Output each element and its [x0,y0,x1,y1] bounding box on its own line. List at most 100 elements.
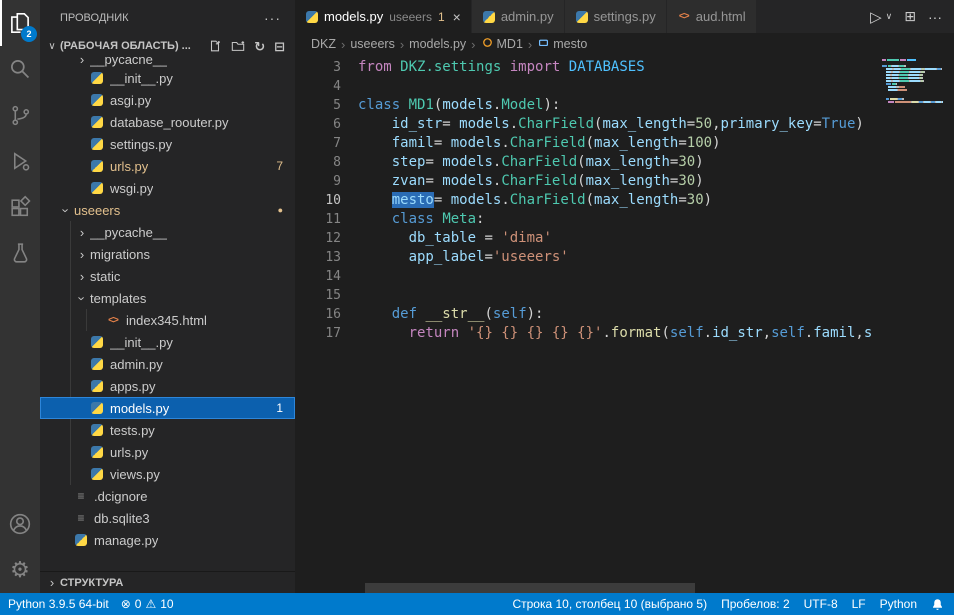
modified-dot-icon: ● [278,205,295,215]
collapse-all-icon[interactable]: ⊟ [274,40,285,53]
code-line-6: 6 id_str= models.CharField(max_length=50… [295,115,954,134]
explorer-activity-button[interactable]: 2 [0,0,40,46]
file-label: db.sqlite3 [94,511,150,526]
language-mode-status[interactable]: Python [880,597,917,611]
file-label: migrations [90,247,150,262]
chevron-right-icon: › [341,37,345,52]
breadcrumb-item-useeers[interactable]: useeers [350,37,394,51]
run-button[interactable]: ▷ [870,8,882,26]
breadcrumb-item-MD1[interactable]: MD1 [481,36,523,52]
python-interpreter-status[interactable]: Python 3.9.5 64-bit [8,597,109,611]
tree-item-tests.py[interactable]: tests.py [40,419,295,441]
tree-item-migrations[interactable]: ›migrations [40,243,295,265]
tree-item-__pycache__[interactable]: ›__pycache__ [40,221,295,243]
line-number: 14 [295,267,358,286]
python-file-icon [90,467,104,481]
run-debug-activity-button[interactable] [0,138,40,184]
horizontal-scrollbar[interactable] [365,583,695,593]
python-file-icon [90,357,104,371]
tree-item-urls.py[interactable]: urls.py7 [40,155,295,177]
tree-item-static[interactable]: ›static [40,265,295,287]
tree-item-settings.py[interactable]: settings.py [40,133,295,155]
tree-item-apps.py[interactable]: apps.py [40,375,295,397]
chevron-right-icon: › [471,37,475,52]
tree-item-database_roouter.py[interactable]: database_roouter.py [40,111,295,133]
tree-item-__init__.py[interactable]: __init__.py [40,67,295,89]
file-label: static [90,269,120,284]
tree-item-manage.py[interactable]: manage.py [40,529,295,551]
tree-item-__init__.py[interactable]: __init__.py [40,331,295,353]
chevron-right-icon: › [74,57,90,67]
new-folder-button[interactable] [231,39,245,53]
gear-icon: ⚙ [10,559,30,581]
tree-item-models.py[interactable]: models.py1 [40,397,295,419]
tree-item-useeers[interactable]: ›useeers● [40,199,295,221]
tree-item-urls.py[interactable]: urls.py [40,441,295,463]
python-file-icon [90,379,104,393]
tree-item-index345.html[interactable]: <>index345.html [40,309,295,331]
breadcrumb-item-mesto[interactable]: mesto [537,36,587,52]
breadcrumb-label: useeers [350,37,394,51]
tree-item-db.sqlite3[interactable]: ≡db.sqlite3 [40,507,295,529]
tree-item-wsgi.py[interactable]: wsgi.py [40,177,295,199]
account-button[interactable] [0,501,40,547]
tree-item-.dcignore[interactable]: ≡.dcignore [40,485,295,507]
minimap[interactable] [882,57,946,581]
source-control-activity-button[interactable] [0,92,40,138]
python-file-icon [90,423,104,437]
code-line-4: 4 [295,77,954,96]
breadcrumb: DKZ›useeers›models.py›MD1›mesto [295,33,954,55]
editor-actions: ▷ ∨ ⊞ ··· [858,0,954,33]
settings-button[interactable]: ⚙ [0,547,40,593]
tab-detail: useeers [389,10,432,24]
line-text: id_str= models.CharField(max_length=50,p… [358,115,864,134]
python-file-icon [305,10,319,24]
tab-label: admin.py [501,9,554,24]
code-editor[interactable]: 3from DKZ.settings import DATABASES45cla… [295,55,954,593]
eol-status[interactable]: LF [852,597,866,611]
tab-models.py[interactable]: models.pyuseeers1× [295,0,472,33]
more-actions-icon[interactable]: ··· [264,10,281,26]
split-editor-icon[interactable]: ⊞ [904,8,916,25]
code-line-7: 7 famil= models.CharField(max_length=100… [295,134,954,153]
cursor-position-status[interactable]: Строка 10, столбец 10 (выбрано 5) [512,597,707,611]
workspace-section-header[interactable]: ∨ (РАБОЧАЯ ОБЛАСТЬ) ... ↻ ⊟ [40,35,295,57]
tree-item-__pycache__[interactable]: ›__pycache__ [40,57,295,67]
outline-section-header[interactable]: › СТРУКТУРА [40,571,295,593]
breadcrumb-item-DKZ[interactable]: DKZ [311,37,336,51]
testing-activity-button[interactable] [0,230,40,276]
code-line-12: 12 db_table = 'dima' [295,229,954,248]
python-file-icon [90,401,104,415]
encoding-status[interactable]: UTF-8 [804,597,838,611]
beaker-icon [8,241,33,266]
run-dropdown-icon[interactable]: ∨ [886,11,893,22]
indentation-status[interactable]: Пробелов: 2 [721,597,790,611]
new-file-button[interactable] [208,39,222,53]
notifications-bell-icon[interactable] [931,598,944,611]
python-file-icon [575,10,589,24]
breadcrumb-item-models.py[interactable]: models.py [409,37,466,51]
symbol-class-icon [481,36,497,52]
sidebar-title: ПРОВОДНИК [60,12,129,24]
code-line-3: 3from DKZ.settings import DATABASES [295,58,954,77]
extensions-activity-button[interactable] [0,184,40,230]
close-icon[interactable]: × [453,9,461,25]
code-line-11: 11 class Meta: [295,210,954,229]
tab-label: models.py [324,9,383,24]
tree-item-asgi.py[interactable]: asgi.py [40,89,295,111]
tab-admin.py[interactable]: admin.py [472,0,565,33]
tab-aud.html[interactable]: <>aud.html [667,0,757,33]
line-text: return '{} {} {} {} {}'.format(self.id_s… [358,324,872,343]
file-label: __pycache__ [90,57,167,67]
file-label: database_roouter.py [110,115,229,130]
refresh-icon[interactable]: ↻ [254,40,265,53]
problems-status[interactable]: ⊗ 0 ⚠ 10 [121,597,174,611]
breadcrumb-label: models.py [409,37,466,51]
tab-settings.py[interactable]: settings.py [565,0,667,33]
chevron-down-icon: › [59,202,74,218]
more-actions-icon[interactable]: ··· [928,9,942,25]
tree-item-views.py[interactable]: views.py [40,463,295,485]
tree-item-templates[interactable]: ›templates [40,287,295,309]
search-activity-button[interactable] [0,46,40,92]
tree-item-admin.py[interactable]: admin.py [40,353,295,375]
